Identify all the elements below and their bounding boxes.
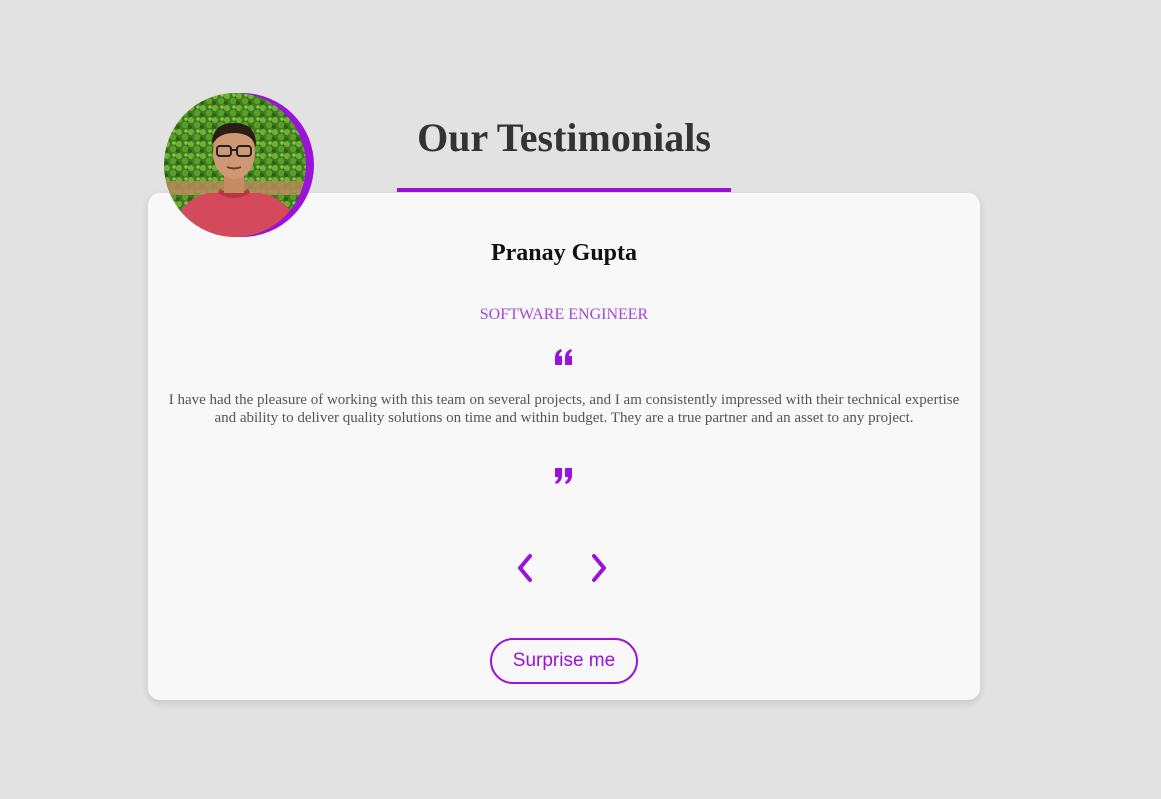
prev-button[interactable] <box>511 548 539 588</box>
testimonial-card: Pranay Gupta SOFTWARE ENGINEER I have ha… <box>148 193 980 700</box>
chevron-left-icon <box>518 554 532 582</box>
title-underline <box>397 188 731 192</box>
chevron-right-icon <box>592 554 606 582</box>
page-title: Our Testimonials <box>417 115 711 160</box>
person-name: Pranay Gupta <box>490 240 637 266</box>
avatar-photo <box>164 93 306 237</box>
testimonial-text: I have had the pleasure of working with … <box>168 392 960 426</box>
quote-open-icon <box>555 349 572 365</box>
person-role: SOFTWARE ENGINEER <box>479 306 649 323</box>
next-button[interactable] <box>585 548 613 588</box>
avatar <box>164 93 314 237</box>
surprise-me-button[interactable]: Surprise me <box>490 638 638 684</box>
quote-close-icon <box>555 468 572 484</box>
